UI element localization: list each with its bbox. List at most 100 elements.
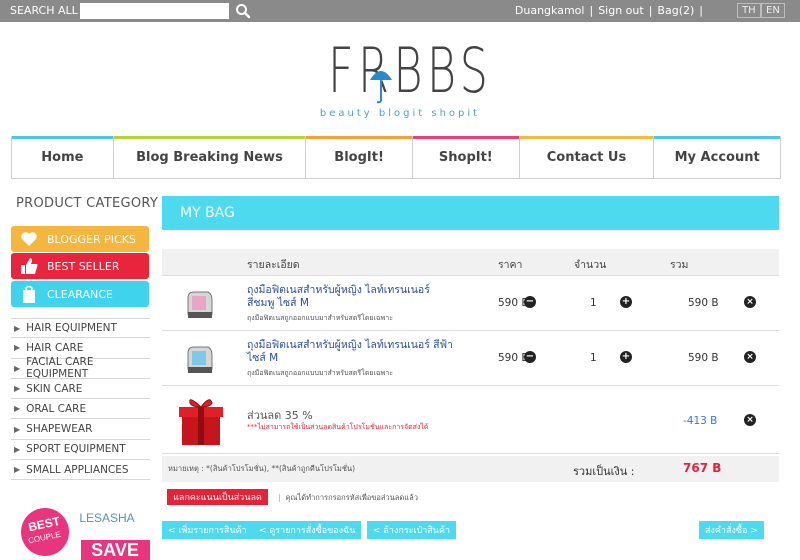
category-label: HAIR CARE bbox=[26, 341, 84, 354]
product-desc: ถุงมือฟิตเนสถูกออกแบบมาสำหรับสตรีโดยเฉพา… bbox=[247, 369, 393, 377]
main-nav: Home Blog Breaking News BlogIt! ShopIt! Cont… bbox=[11, 136, 781, 179]
grand-total-label: รวมเป็นเงิน : bbox=[573, 465, 635, 478]
category-item[interactable]: ▶ SHAPEWEAR bbox=[11, 419, 150, 440]
nav-shopit[interactable]: ShopIt! bbox=[412, 136, 520, 179]
site-logo[interactable]: FRBBS beauty blogit shopit bbox=[300, 36, 500, 126]
increase-qty-button[interactable]: + bbox=[620, 296, 632, 308]
nav-my-account[interactable]: My Account bbox=[654, 136, 780, 179]
logo-wordmark: FRBBS bbox=[328, 34, 493, 107]
col-price: ราคา bbox=[498, 259, 523, 271]
category-label: SKIN CARE bbox=[26, 382, 83, 395]
remove-item-icon[interactable]: × bbox=[744, 296, 756, 308]
product-qty: 1 bbox=[590, 352, 597, 364]
top-bar: SEARCH ALL Duangkamol | Sign out | Bag(2) | T… bbox=[0, 0, 800, 22]
product-total: 590 B bbox=[688, 297, 719, 309]
pill-label: BEST SELLER bbox=[47, 259, 120, 273]
nav-home[interactable]: Home bbox=[12, 136, 114, 179]
decrease-qty-button[interactable]: − bbox=[524, 351, 536, 363]
clearance-button[interactable]: CLEARANCE bbox=[11, 281, 149, 307]
bag-link[interactable]: Bag(2) bbox=[657, 4, 694, 17]
sign-out-link[interactable]: Sign out bbox=[598, 4, 644, 17]
lang-th-button[interactable]: TH bbox=[737, 3, 761, 18]
summary-note: หมายเหตุ : *(สินค้าโปรโมชั่น), **(สินค้า… bbox=[168, 464, 355, 473]
logo-tagline: beauty blogit shopit bbox=[319, 108, 481, 119]
arrow-right-icon: ▶ bbox=[14, 343, 21, 353]
checkout-button[interactable]: ส่งคำสั่งซื้อ > bbox=[699, 521, 764, 539]
category-label: ORAL CARE bbox=[26, 402, 87, 415]
category-label: HAIR EQUIPMENT bbox=[26, 322, 117, 335]
best-seller-button[interactable]: BEST SELLER bbox=[11, 253, 149, 279]
arrow-right-icon: ▶ bbox=[14, 323, 21, 333]
arrow-right-icon: ▶ bbox=[14, 465, 21, 475]
product-title-link[interactable]: ถุงมือฟิตเนสสำหรับผู้หญิง ไลท์เทรนเนอร์ … bbox=[247, 339, 457, 365]
category-item[interactable]: ▶ SPORT EQUIPMENT bbox=[11, 440, 150, 461]
order-history-button[interactable]: < ดูรายการสั่งซื้อของฉัน bbox=[253, 521, 362, 539]
category-item[interactable]: ▶ SKIN CARE bbox=[11, 379, 150, 400]
blogger-picks-button[interactable]: BLOGGER PICKS bbox=[11, 226, 149, 252]
table-row: ถุงมือฟิตเนสสำหรับผู้หญิง ไลท์เทรนเนอร์ … bbox=[162, 331, 779, 386]
category-item[interactable]: ▶ FACIAL CARE EQUIPMENT bbox=[11, 356, 150, 381]
category-label: SHAPEWEAR bbox=[26, 423, 93, 436]
category-list: ▶ HAIR EQUIPMENT ▶ HAIR CARE ▶ FACIAL CARE EQ… bbox=[11, 318, 150, 481]
username-link[interactable]: Duangkamol bbox=[515, 4, 585, 17]
my-bag-header: MY BAG bbox=[162, 196, 779, 230]
decrease-qty-button[interactable]: − bbox=[524, 296, 536, 308]
promo-graphic: BEST COUPLE LESASHA SAVE bbox=[11, 500, 150, 560]
pill-label: CLEARANCE bbox=[47, 287, 113, 301]
summary-row: หมายเหตุ : *(สินค้าโปรโมชั่น), **(สินค้า… bbox=[162, 456, 779, 482]
table-header: รายละเอียด ราคา จำนวน รวม bbox=[162, 249, 779, 276]
search-label: SEARCH ALL bbox=[10, 4, 78, 17]
arrow-right-icon: ▶ bbox=[14, 404, 21, 414]
svg-text:SAVE: SAVE bbox=[91, 540, 139, 560]
bag-table: รายละเอียด ราคา จำนวน รวม ถุงมือฟิตเนสสำ… bbox=[162, 249, 779, 454]
product-title-link[interactable]: ถุงมือฟิตเนสสำหรับผู้หญิง ไลท์เทรนเนอร์ … bbox=[247, 284, 457, 310]
lang-en-button[interactable]: EN bbox=[761, 3, 785, 18]
arrow-right-icon: ▶ bbox=[14, 424, 21, 434]
nav-contact-us[interactable]: Contact Us bbox=[519, 136, 655, 179]
redeem-points-button[interactable]: แลกคะแนนเป็นส่วนลด bbox=[167, 489, 268, 505]
search-icon[interactable] bbox=[235, 3, 251, 19]
search-input[interactable] bbox=[80, 3, 229, 19]
nav-blog-breaking-news[interactable]: Blog Breaking News bbox=[113, 136, 307, 179]
product-qty: 1 bbox=[590, 297, 597, 309]
user-links: Duangkamol | Sign out | Bag(2) | bbox=[514, 4, 703, 17]
redeem-note-text: คุณได้ทำการกรอกรหัสเพื่อขอส่วนลดแล้ว bbox=[285, 493, 418, 502]
promo-banner[interactable]: BEST COUPLE LESASHA SAVE bbox=[11, 500, 150, 560]
discount-row: ส่วนลด 35 % ***ไม่สามารถใช้เป็นส่วนลดสิน… bbox=[162, 386, 779, 454]
remove-item-icon[interactable]: × bbox=[744, 351, 756, 363]
category-label: FACIAL CARE EQUIPMENT bbox=[26, 356, 94, 381]
product-total: 590 B bbox=[688, 352, 719, 364]
pill-label: BLOGGER PICKS bbox=[47, 232, 136, 246]
arrow-right-icon: ▶ bbox=[14, 384, 21, 394]
col-qty: จำนวน bbox=[574, 259, 607, 271]
redeem-note: | คุณได้ทำการกรอกรหัสเพื่อขอส่วนลดแล้ว bbox=[278, 493, 418, 502]
table-row: ถุงมือฟิตเนสสำหรับผู้หญิง ไลท์เทรนเนอร์ … bbox=[162, 276, 779, 331]
discount-note: ***ไม่สามารถใช้เป็นส่วนลดสินค้าโปรโมชั่น… bbox=[247, 423, 429, 431]
page-title: MY BAG bbox=[180, 205, 235, 221]
continue-shopping-button[interactable]: < เพิ่มรายการสินค้า bbox=[162, 521, 253, 539]
thumbs-up-icon bbox=[21, 258, 38, 274]
shopping-bag-icon bbox=[23, 285, 35, 303]
remove-discount-icon[interactable]: × bbox=[744, 414, 756, 426]
category-label: SMALL APPLIANCES bbox=[26, 463, 129, 476]
nav-blogit[interactable]: BlogIt! bbox=[306, 136, 413, 179]
product-thumbnail[interactable] bbox=[180, 339, 220, 379]
category-item[interactable]: ▶ SMALL APPLIANCES bbox=[11, 460, 150, 481]
product-category-title: PRODUCT CATEGORY bbox=[16, 196, 159, 211]
category-item[interactable]: ▶ ORAL CARE bbox=[11, 399, 150, 420]
increase-qty-button[interactable]: + bbox=[620, 351, 632, 363]
col-total: รวม bbox=[670, 259, 689, 271]
col-detail: รายละเอียด bbox=[247, 259, 300, 271]
grand-total: 767 B bbox=[683, 461, 722, 475]
category-item[interactable]: ▶ HAIR EQUIPMENT bbox=[11, 318, 150, 339]
clear-bag-button[interactable]: < ล้างกระเป๋าสินค้า bbox=[367, 521, 457, 539]
discount-amount: -413 B bbox=[683, 415, 718, 427]
svg-text:LESASHA: LESASHA bbox=[79, 511, 134, 525]
category-label: SPORT EQUIPMENT bbox=[26, 443, 126, 456]
umbrella-icon bbox=[370, 71, 392, 104]
heart-icon bbox=[21, 232, 37, 246]
arrow-right-icon: ▶ bbox=[14, 363, 21, 373]
gift-icon bbox=[179, 399, 223, 445]
product-desc: ถุงมือฟิตเนสถูกออกแบบมาสำหรับสตรีโดยเฉพา… bbox=[247, 314, 393, 322]
product-thumbnail[interactable] bbox=[180, 284, 220, 324]
